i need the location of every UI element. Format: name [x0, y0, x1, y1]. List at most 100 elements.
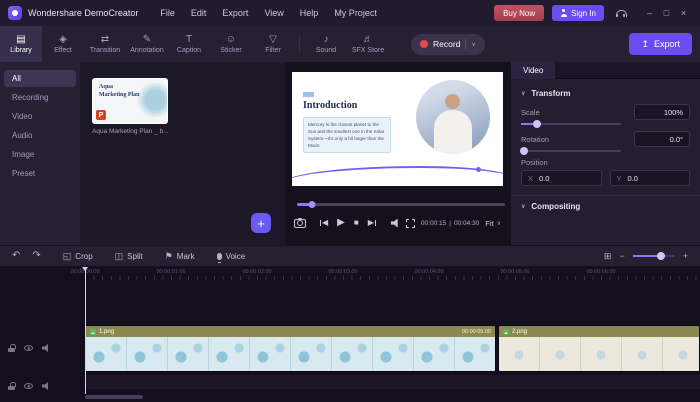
- tab-annotation[interactable]: ✎ Annotation: [126, 26, 168, 62]
- headset-support-icon[interactable]: [616, 9, 627, 17]
- history-controls: ↶ ↷: [12, 251, 41, 261]
- maximize-button[interactable]: □: [658, 5, 675, 21]
- tab-video-properties[interactable]: Video: [511, 62, 556, 79]
- buy-now-button[interactable]: Buy Now: [494, 5, 545, 21]
- chevron-down-icon[interactable]: ∨: [471, 41, 475, 48]
- menu-my-project[interactable]: My Project: [334, 8, 377, 18]
- scale-slider-handle[interactable]: [533, 120, 541, 128]
- add-media-button[interactable]: +: [251, 213, 271, 233]
- record-button[interactable]: Record ∨: [411, 33, 485, 55]
- sign-in-button[interactable]: Sign In: [552, 5, 604, 21]
- mute-track-icon[interactable]: [42, 382, 48, 390]
- toggle-visibility-icon[interactable]: [24, 383, 33, 389]
- compositing-section-header[interactable]: ∨ Compositing: [521, 202, 690, 211]
- undo-icon[interactable]: ↶: [12, 251, 20, 261]
- transform-section-header[interactable]: ∨ Transform: [521, 89, 690, 98]
- clip-filmstrip[interactable]: [86, 337, 495, 371]
- zoom-slider-handle[interactable]: [657, 252, 666, 260]
- zoom-in-icon[interactable]: +: [683, 251, 688, 261]
- fullscreen-icon[interactable]: [405, 218, 415, 228]
- record-divider: [465, 39, 467, 49]
- menu-export[interactable]: Export: [222, 8, 248, 18]
- seek-handle[interactable]: [308, 201, 316, 208]
- previous-frame-button[interactable]: ◀: [319, 219, 328, 227]
- menu-help[interactable]: Help: [300, 8, 319, 18]
- rotation-slider[interactable]: [520, 147, 621, 155]
- tab-transition[interactable]: ⇄ Transition: [84, 26, 126, 62]
- tab-filter[interactable]: ▽ Filter: [252, 26, 294, 62]
- category-image[interactable]: Image: [4, 146, 76, 163]
- preview-canvas[interactable]: Introduction Mercury is the closest plan…: [292, 72, 503, 186]
- zoom-out-icon[interactable]: −: [619, 251, 624, 261]
- caption-icon: T: [185, 33, 193, 45]
- clip-duration: 00:00:05.00: [461, 328, 491, 335]
- timeline-panel: 00:00:00.00 00:00:01.00 00:00:02.00 00:0…: [0, 267, 700, 402]
- menu-edit[interactable]: Edit: [191, 8, 207, 18]
- rotation-slider-handle[interactable]: [520, 147, 528, 155]
- playhead[interactable]: [82, 267, 88, 394]
- ruler-label: 00:00:02.00: [242, 269, 272, 275]
- clip-filmstrip[interactable]: [499, 337, 699, 371]
- position-y-field[interactable]: Y 0.0: [609, 170, 690, 186]
- mute-track-icon[interactable]: [42, 344, 48, 352]
- timeline-zoom-slider[interactable]: [632, 252, 675, 260]
- tab-sfx-store[interactable]: ♬ SFX Store: [347, 26, 389, 62]
- minimize-button[interactable]: –: [641, 5, 658, 21]
- media-item[interactable]: Aqua Marketing Plan P Aqua Marketing Pla…: [92, 78, 168, 135]
- tab-library[interactable]: ▤ Library: [0, 26, 42, 62]
- export-button[interactable]: ↥ Export: [629, 33, 692, 55]
- ruler-label: 00:00:03.00: [328, 269, 358, 275]
- split-icon: ◫: [114, 250, 124, 261]
- fit-dropdown[interactable]: Fit ∨: [485, 219, 501, 228]
- mark-tool-button[interactable]: ⚑ Mark: [165, 251, 195, 261]
- tab-caption[interactable]: T Caption: [168, 26, 210, 62]
- crop-tool-button[interactable]: ◱ Crop: [62, 250, 93, 261]
- menu-view[interactable]: View: [264, 8, 283, 18]
- zoom-fit-icon[interactable]: ⊞: [604, 251, 612, 261]
- timeline-ruler[interactable]: 00:00:00.00 00:00:01.00 00:00:02.00 00:0…: [70, 267, 700, 281]
- sticker-icon: ☺: [225, 33, 237, 45]
- transition-icon: ⇄: [100, 33, 110, 45]
- sfx-store-icon: ♬: [363, 33, 373, 45]
- rotation-row: Rotation 0.0°: [521, 131, 690, 147]
- scale-slider[interactable]: [521, 120, 621, 128]
- scale-label: Scale: [521, 107, 540, 117]
- lock-track-icon[interactable]: [8, 382, 16, 390]
- lock-track-icon[interactable]: [8, 344, 16, 352]
- split-tool-button[interactable]: ◫ Split: [114, 250, 143, 261]
- category-recording[interactable]: Recording: [4, 89, 76, 106]
- snapshot-camera-icon[interactable]: [294, 217, 306, 228]
- rotation-value-field[interactable]: 0.0°: [634, 131, 690, 147]
- category-audio[interactable]: Audio: [4, 127, 76, 144]
- category-all[interactable]: All: [4, 70, 76, 87]
- next-frame-button[interactable]: ▶: [368, 219, 377, 227]
- play-button[interactable]: ▶: [337, 218, 345, 228]
- tab-sound[interactable]: ♪ Sound: [305, 26, 347, 62]
- crop-icon: ◱: [62, 250, 72, 261]
- scale-value-field[interactable]: 100%: [634, 104, 690, 120]
- split-label: Split: [127, 251, 143, 261]
- menu-bar: File Edit Export View Help My Project: [160, 8, 376, 18]
- preview-seek-bar[interactable]: [297, 201, 505, 208]
- media-item-name: Aqua Marketing Plan _ b...: [92, 128, 168, 135]
- timeline-clip-2[interactable]: 2.png: [498, 325, 700, 372]
- timeline-clip-1[interactable]: 1.png 00:00:05.00: [85, 325, 496, 372]
- redo-icon[interactable]: ↷: [32, 251, 40, 261]
- volume-icon[interactable]: [390, 218, 398, 228]
- properties-panel: Video ∨ Transform Scale 100% Rotation 0.…: [510, 62, 700, 245]
- category-video[interactable]: Video: [4, 108, 76, 125]
- tab-effect[interactable]: ◈ Effect: [42, 26, 84, 62]
- toggle-visibility-icon[interactable]: [24, 345, 33, 351]
- tab-sticker[interactable]: ☺ Sticker: [210, 26, 252, 62]
- voice-tool-button[interactable]: Voice: [216, 252, 245, 263]
- position-x-field[interactable]: X 0.0: [521, 170, 602, 186]
- transport-controls: ◀ ▶ ■ ▶: [319, 218, 377, 228]
- close-button[interactable]: ×: [675, 5, 692, 21]
- timeline-horizontal-scrollbar[interactable]: [85, 395, 143, 399]
- media-thumbnail[interactable]: Aqua Marketing Plan P: [92, 78, 168, 124]
- time-display: 00:00:15 | 00:04:30: [421, 220, 479, 227]
- stop-button[interactable]: ■: [354, 219, 359, 227]
- menu-file[interactable]: File: [160, 8, 175, 18]
- current-time: 00:00:15: [420, 219, 447, 227]
- category-preset[interactable]: Preset: [4, 165, 76, 182]
